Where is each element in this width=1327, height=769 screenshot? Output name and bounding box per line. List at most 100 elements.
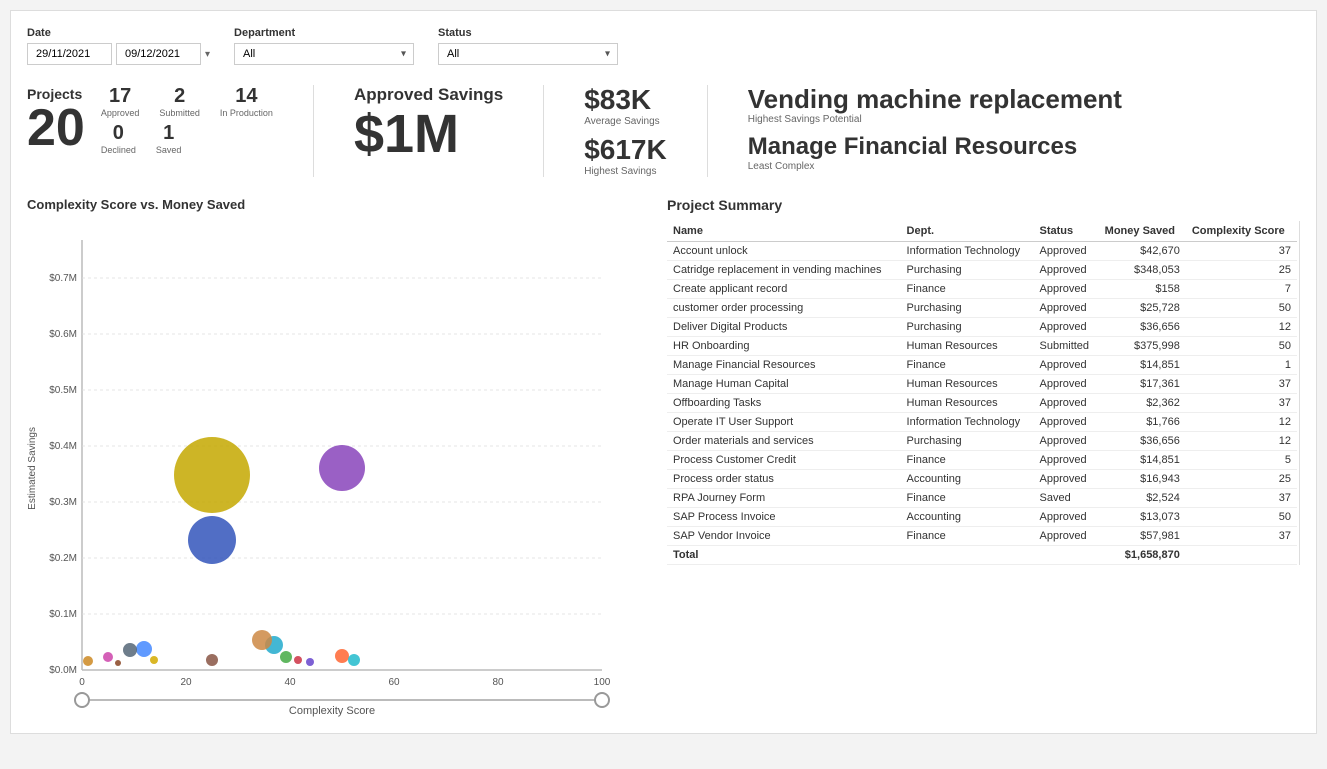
cell-name: SAP Process Invoice <box>667 507 901 526</box>
col-complexity: Complexity Score <box>1186 221 1297 242</box>
divider-2 <box>543 85 544 177</box>
project-table: Name Dept. Status Money Saved Complexity… <box>667 221 1297 565</box>
table-row[interactable]: Order materials and services Purchasing … <box>667 431 1297 450</box>
cell-name: Manage Human Capital <box>667 374 901 393</box>
table-row[interactable]: Deliver Digital Products Purchasing Appr… <box>667 317 1297 336</box>
status-select[interactable]: All <box>438 43 618 65</box>
bubble-hr[interactable] <box>188 516 236 564</box>
bubble-process-order[interactable] <box>319 445 365 491</box>
bubble-sap-invoice[interactable] <box>348 654 360 666</box>
cell-money: $348,053 <box>1099 260 1186 279</box>
bubble-offboarding[interactable] <box>294 656 302 664</box>
table-row[interactable]: Operate IT User Support Information Tech… <box>667 412 1297 431</box>
cell-money: $16,943 <box>1099 469 1186 488</box>
cell-status: Approved <box>1034 355 1099 374</box>
table-row[interactable]: Manage Financial Resources Finance Appro… <box>667 355 1297 374</box>
cell-dept: Finance <box>901 279 1034 298</box>
cell-money: $14,851 <box>1099 450 1186 469</box>
table-row[interactable]: Manage Human Capital Human Resources App… <box>667 374 1297 393</box>
cell-name: Operate IT User Support <box>667 412 901 431</box>
saved-num: 1 <box>163 122 174 145</box>
table-row[interactable]: customer order processing Purchasing App… <box>667 298 1297 317</box>
highest-savings-value: $617K <box>584 135 667 166</box>
approved-stat: 17 Approved <box>101 85 140 118</box>
cell-status: Saved <box>1034 488 1099 507</box>
cell-dept: Information Technology <box>901 412 1034 431</box>
bubble-process-order-status[interactable] <box>206 654 218 666</box>
bubble-manage-human[interactable] <box>280 651 292 663</box>
table-header-row: Name Dept. Status Money Saved Complexity… <box>667 221 1297 242</box>
cell-name: Create applicant record <box>667 279 901 298</box>
projects-stats: 17 Approved 2 Submitted 14 In Production… <box>101 85 273 155</box>
bubble-customer-order[interactable] <box>335 649 349 663</box>
cell-name: Process Customer Credit <box>667 450 901 469</box>
department-select[interactable]: All <box>234 43 414 65</box>
bubble-rpa[interactable] <box>306 658 314 666</box>
table-row[interactable]: SAP Process Invoice Accounting Approved … <box>667 507 1297 526</box>
declined-label: Declined <box>101 145 136 155</box>
table-row[interactable]: Catridge replacement in vending machines… <box>667 260 1297 279</box>
vending-title: Vending machine replacement <box>748 85 1122 114</box>
cell-complexity: 50 <box>1186 507 1297 526</box>
cell-complexity: 37 <box>1186 488 1297 507</box>
stats-top: 17 Approved 2 Submitted 14 In Production <box>101 85 273 118</box>
stats-bottom: 0 Declined 1 Saved <box>101 122 273 155</box>
cell-complexity: 25 <box>1186 260 1297 279</box>
table-row[interactable]: Create applicant record Finance Approved… <box>667 279 1297 298</box>
table-row[interactable]: RPA Journey Form Finance Saved $2,524 37 <box>667 488 1297 507</box>
table-row[interactable]: Process order status Accounting Approved… <box>667 469 1297 488</box>
submitted-num: 2 <box>174 85 185 108</box>
avg-savings-block: $83K Average Savings $617K Highest Savin… <box>584 85 667 177</box>
bubble-process-credit[interactable] <box>103 652 113 662</box>
table-row[interactable]: Account unlock Information Technology Ap… <box>667 241 1297 260</box>
cell-name: RPA Journey Form <box>667 488 901 507</box>
date-chevron-icon: ▾ <box>205 49 210 60</box>
cell-complexity: 50 <box>1186 336 1297 355</box>
cell-status: Approved <box>1034 469 1099 488</box>
table-row[interactable]: SAP Vendor Invoice Finance Approved $57,… <box>667 526 1297 545</box>
bubble-order-materials[interactable] <box>123 643 137 657</box>
cell-complexity: 37 <box>1186 241 1297 260</box>
chart-section: Complexity Score vs. Money Saved Estimat… <box>27 197 647 717</box>
submitted-label: Submitted <box>159 108 200 118</box>
table-row[interactable]: HR Onboarding Human Resources Submitted … <box>667 336 1297 355</box>
cell-dept: Information Technology <box>901 241 1034 260</box>
cell-money: $13,073 <box>1099 507 1186 526</box>
bubble-manage-financial[interactable] <box>83 656 93 666</box>
cell-name: HR Onboarding <box>667 336 901 355</box>
table-row[interactable]: Offboarding Tasks Human Resources Approv… <box>667 393 1297 412</box>
table-row[interactable]: Process Customer Credit Finance Approved… <box>667 450 1297 469</box>
in-production-label: In Production <box>220 108 273 118</box>
table-wrapper[interactable]: Name Dept. Status Money Saved Complexity… <box>667 221 1300 565</box>
total-label: Total <box>667 545 901 564</box>
status-filter: Status All <box>438 27 618 65</box>
declined-num: 0 <box>113 122 124 145</box>
cell-status: Approved <box>1034 260 1099 279</box>
date-to-input[interactable] <box>116 43 201 65</box>
bubble-catridge[interactable] <box>174 437 250 513</box>
total-empty-dept <box>901 545 1034 564</box>
col-money: Money Saved <box>1099 221 1186 242</box>
approved-savings-block: Approved Savings $1M <box>354 85 503 164</box>
in-production-num: 14 <box>235 85 257 108</box>
chart-title: Complexity Score vs. Money Saved <box>27 197 647 212</box>
cell-complexity: 25 <box>1186 469 1297 488</box>
col-name: Name <box>667 221 901 242</box>
bubble-deliver-digital[interactable] <box>136 641 152 657</box>
bubble-sap-vendor[interactable] <box>252 630 272 650</box>
avg-savings-label: Average Savings <box>584 116 667 127</box>
cell-dept: Finance <box>901 450 1034 469</box>
cell-complexity: 12 <box>1186 317 1297 336</box>
cell-status: Approved <box>1034 412 1099 431</box>
total-money: $1,658,870 <box>1099 545 1186 564</box>
bubble-create-applicant[interactable] <box>115 660 121 666</box>
bubble-operate-it[interactable] <box>150 656 158 664</box>
date-from-input[interactable] <box>27 43 112 65</box>
svg-text:80: 80 <box>492 677 504 688</box>
cell-name: Offboarding Tasks <box>667 393 901 412</box>
cell-money: $17,361 <box>1099 374 1186 393</box>
cell-complexity: 12 <box>1186 431 1297 450</box>
status-select-wrapper: All <box>438 43 618 65</box>
highlights-block: Vending machine replacement Highest Savi… <box>748 85 1122 172</box>
table-title: Project Summary <box>667 197 1300 213</box>
